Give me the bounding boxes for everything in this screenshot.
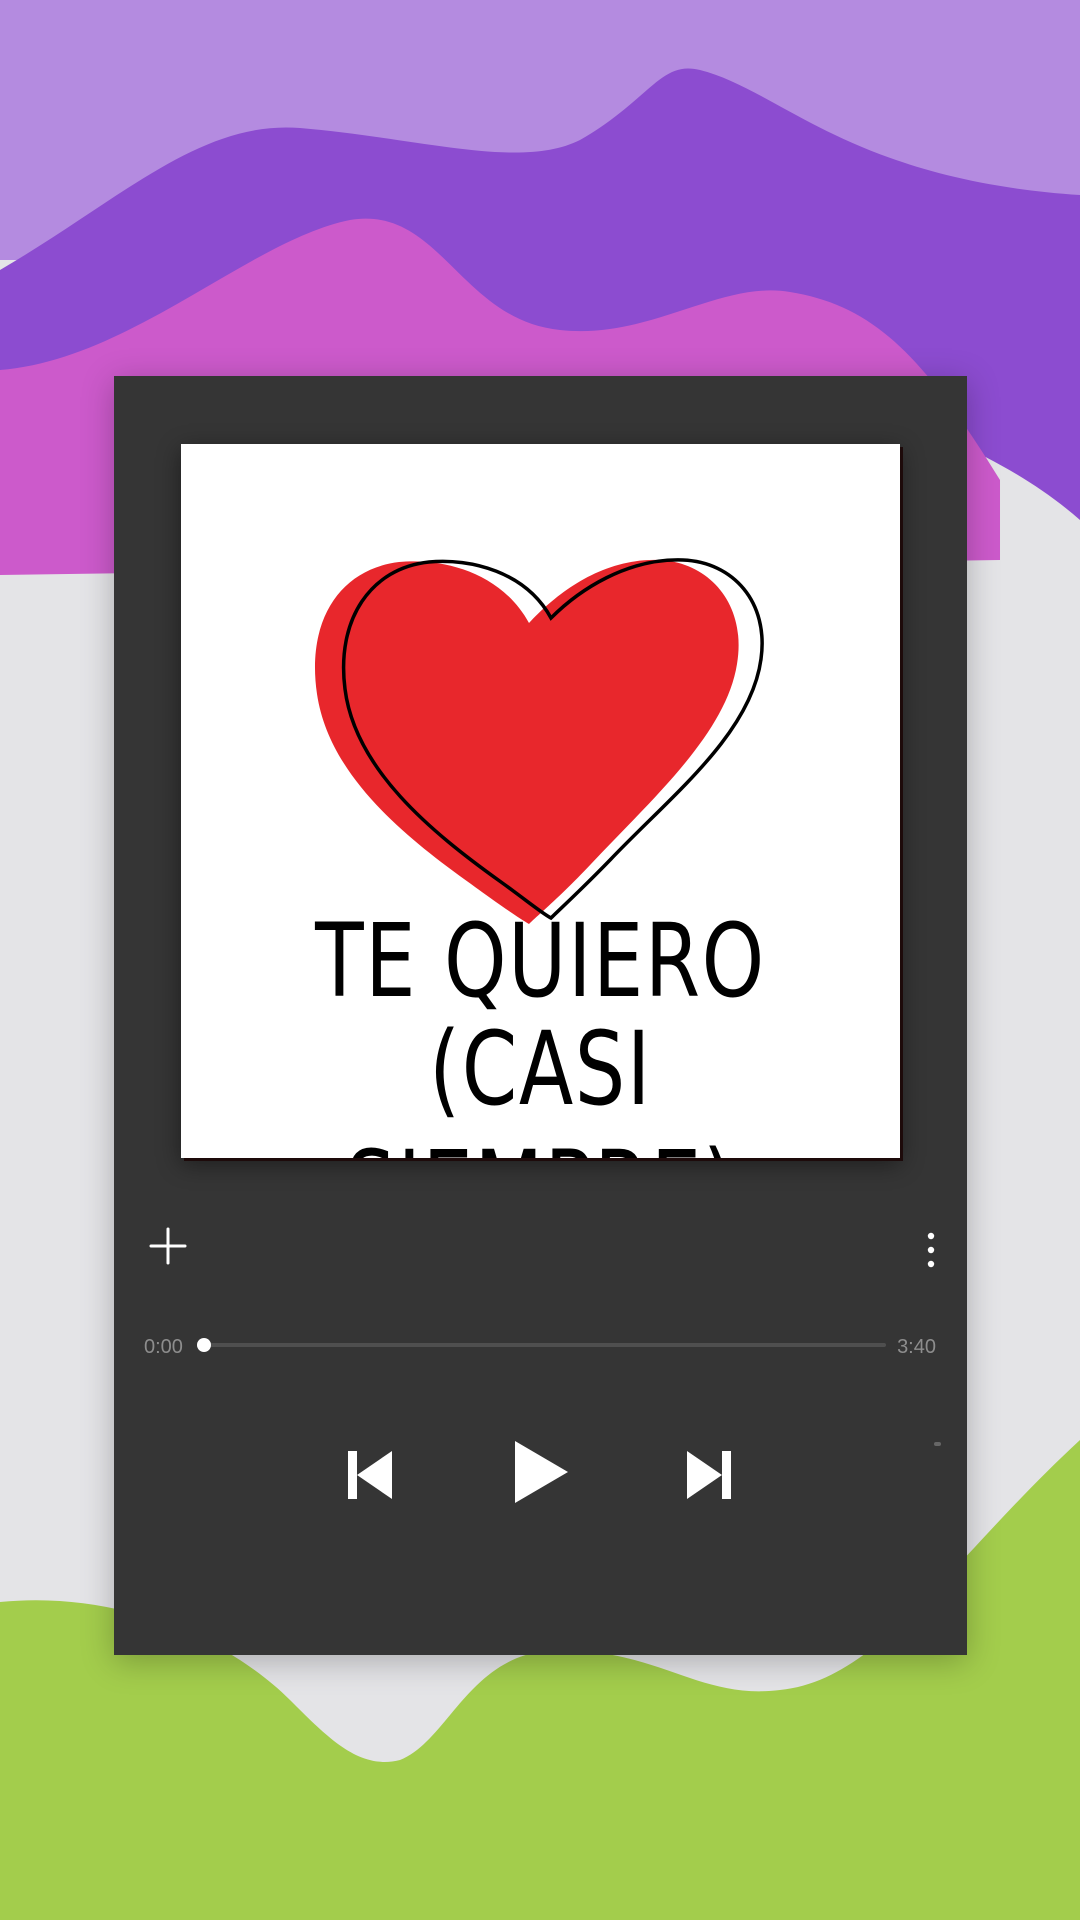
cover-title-line2: (CASI SIEMPRE): [346, 1010, 734, 1158]
more-options-button[interactable]: [916, 1222, 946, 1278]
more-vertical-icon: [927, 1232, 935, 1268]
total-time: 3:40: [897, 1336, 936, 1358]
screen: TE QUIERO (CASI SIEMPRE) 0:00 3:40: [0, 0, 1080, 1920]
play-button[interactable]: [506, 1432, 576, 1512]
progress-track[interactable]: [204, 1343, 886, 1347]
next-track-button[interactable]: [679, 1442, 739, 1508]
add-to-playlist-button[interactable]: [140, 1218, 196, 1274]
plus-icon: [149, 1227, 187, 1265]
skip-next-icon: [687, 1451, 731, 1499]
progress-knob[interactable]: [197, 1338, 211, 1352]
cover-title-line1: TE QUIERO: [315, 902, 766, 1021]
play-icon: [515, 1441, 568, 1503]
skip-previous-icon: [348, 1451, 392, 1499]
music-player-card: TE QUIERO (CASI SIEMPRE) 0:00 3:40: [114, 376, 967, 1655]
indicator-dot: [934, 1442, 941, 1446]
previous-track-button[interactable]: [340, 1442, 400, 1508]
album-cover: TE QUIERO (CASI SIEMPRE): [181, 444, 900, 1158]
current-time: 0:00: [144, 1336, 183, 1358]
heart-fill-shape: [314, 559, 739, 924]
